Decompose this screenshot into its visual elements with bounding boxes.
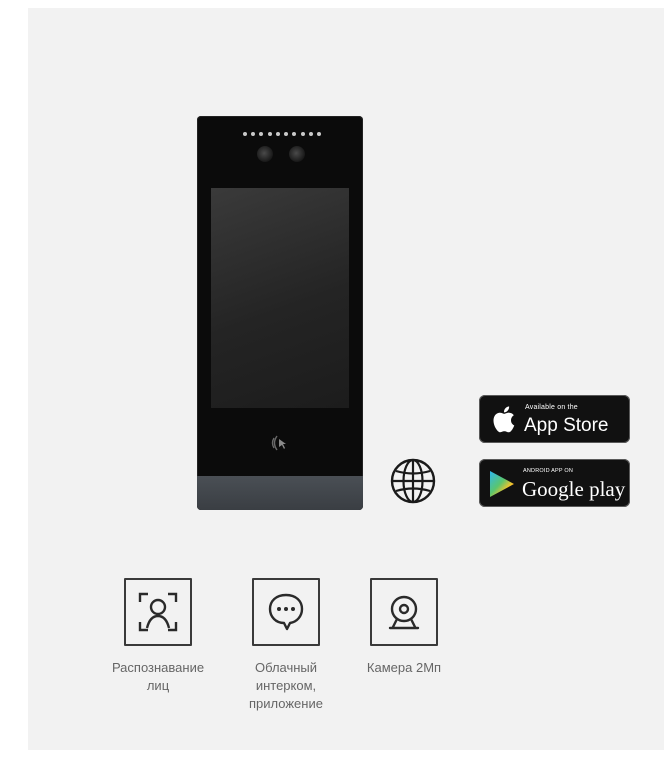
- feature-icon-box: [370, 578, 438, 646]
- feature-icon-box: [252, 578, 320, 646]
- app-store-big-text: App Store: [524, 415, 609, 436]
- google-play-small-text: ANDROID APP ON: [523, 468, 574, 474]
- app-store-small-text: Available on the: [525, 404, 578, 411]
- feature-label-line1: Облачный: [254, 660, 318, 675]
- feature-label-line1: Распознавание: [111, 660, 205, 675]
- play-triangle-icon: [490, 471, 514, 497]
- google-play-big-text: Google play: [522, 477, 626, 501]
- chat-bubble-icon: [268, 593, 304, 631]
- feature-icon-box: [124, 578, 192, 646]
- apple-icon: [493, 406, 515, 433]
- feature-camera-2mp: Камера 2Мп: [352, 578, 456, 677]
- face-recognition-icon: [138, 592, 178, 632]
- feature-label-line2: лиц: [146, 678, 170, 693]
- led-strip: [243, 132, 321, 138]
- device-base: [197, 476, 363, 510]
- camera-lens-right: [289, 146, 305, 162]
- webcam-icon: [388, 595, 420, 630]
- feature-cloud-intercom: Облачный интерком, приложение: [236, 578, 336, 713]
- google-play-badge[interactable]: ANDROID APP ON Google play: [479, 459, 630, 507]
- feature-label-line2: интерком,: [255, 678, 317, 693]
- globe-icon: [390, 458, 436, 504]
- device-screen: [211, 188, 349, 408]
- feature-label-line3: приложение: [249, 696, 323, 711]
- feature-label-line1: Камера 2Мп: [366, 660, 442, 675]
- app-store-badge[interactable]: Available on the App Store: [479, 395, 630, 443]
- camera-lens-left: [257, 146, 273, 162]
- intercom-device-image: [197, 116, 363, 510]
- feature-face-recognition: Распознавание лиц: [98, 578, 218, 695]
- rfid-card-icon: [271, 435, 286, 451]
